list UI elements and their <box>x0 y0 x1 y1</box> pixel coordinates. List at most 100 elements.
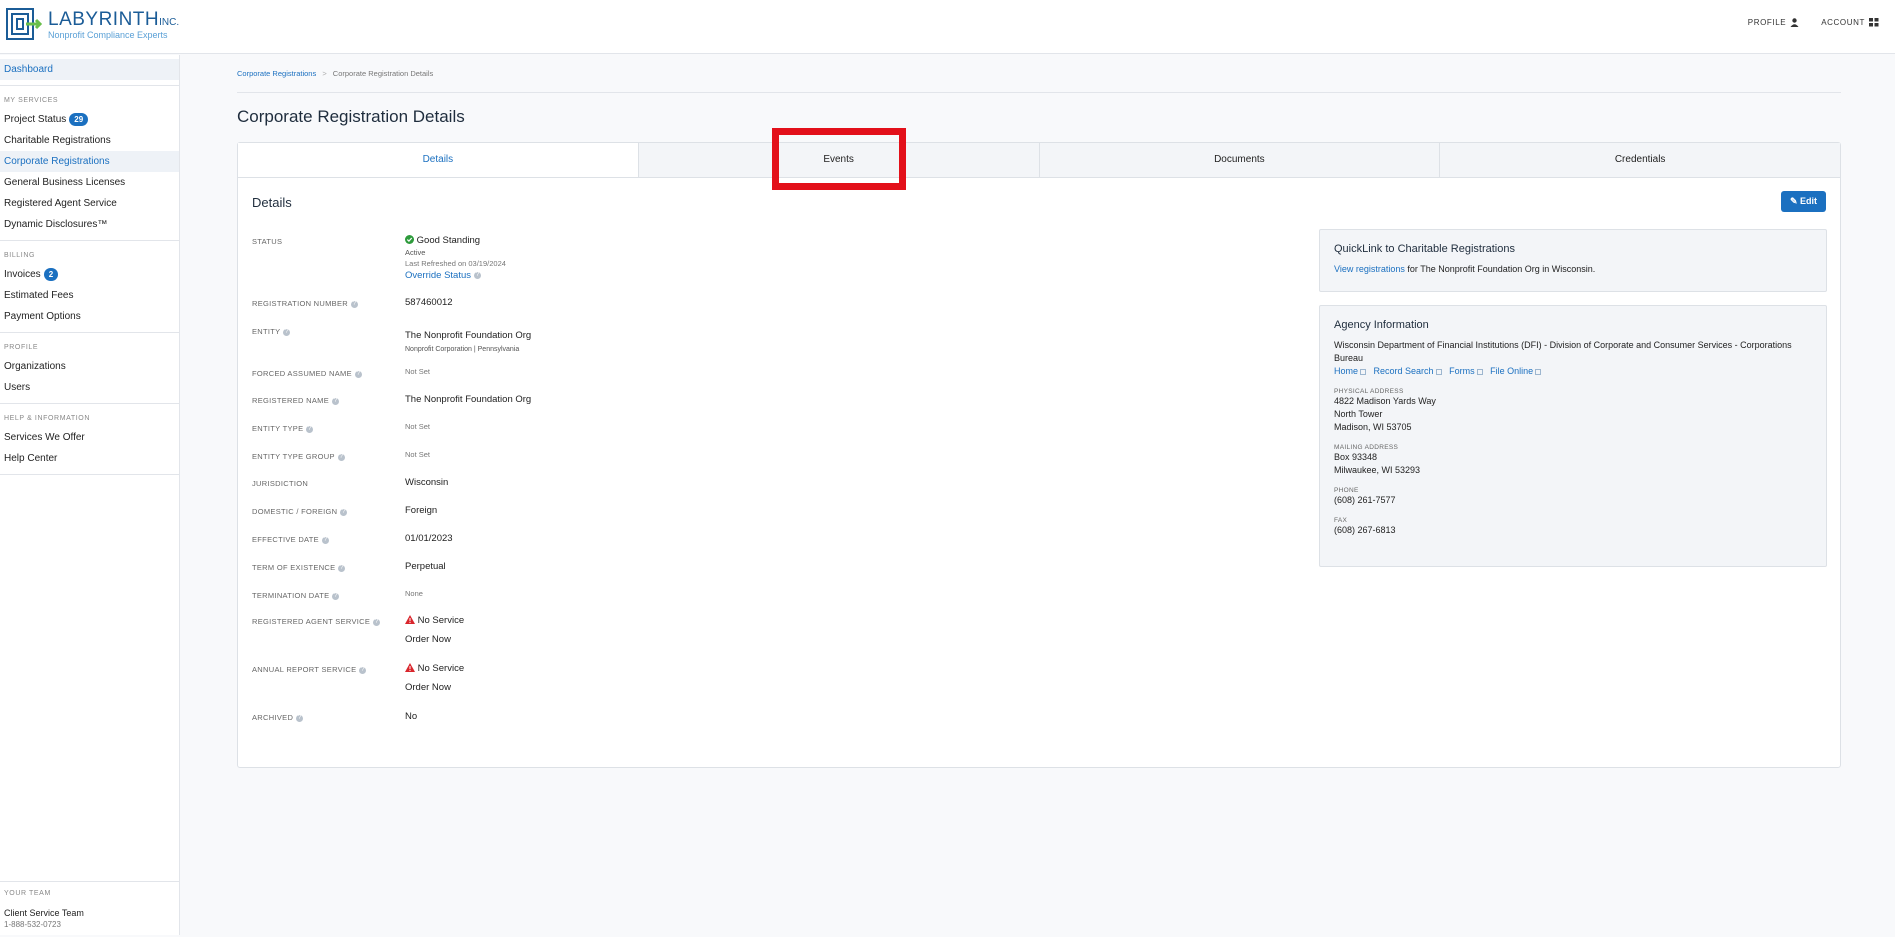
fax-value: (608) 267-6813 <box>1334 525 1396 535</box>
quicklink-title: QuickLink to Charitable Registrations <box>1334 243 1515 255</box>
view-registrations-link[interactable]: View registrations <box>1334 264 1405 274</box>
agency-forms-link[interactable]: Forms <box>1449 366 1483 376</box>
sidebar-item-corporate-registrations[interactable]: Corporate Registrations <box>0 151 179 172</box>
breadcrumb: Corporate Registrations > Corporate Regi… <box>237 69 433 78</box>
help-icon[interactable]: ? <box>350 300 358 308</box>
sidebar-item-help-center[interactable]: Help Center <box>0 448 179 469</box>
labyrinth-logo-icon <box>6 8 43 40</box>
brand-name: LABYRINTH <box>48 8 160 30</box>
invoices-count-badge: 2 <box>43 268 59 281</box>
help-icon[interactable]: ? <box>283 328 291 336</box>
help-icon[interactable]: ? <box>474 271 481 279</box>
user-icon <box>1790 18 1799 27</box>
breadcrumb-parent-link[interactable]: Corporate Registrations <box>237 69 316 78</box>
physical-address-line: North Tower <box>1334 409 1383 419</box>
sidebar-section-billing: BILLING <box>4 252 36 259</box>
external-link-icon <box>1435 368 1442 375</box>
sidebar-divider <box>0 240 179 241</box>
jurisdiction-row: JURISDICTION Wisconsin <box>252 477 448 488</box>
sidebar-divider <box>0 474 179 475</box>
warning-icon <box>405 663 415 672</box>
external-link-icon <box>1360 368 1367 375</box>
status-label: STATUS <box>252 237 283 246</box>
help-icon[interactable]: ? <box>337 453 345 461</box>
help-icon[interactable]: ? <box>354 370 362 378</box>
page-title: Corporate Registration Details <box>237 107 465 126</box>
brand-logo[interactable]: LABYRINTHINC. Nonprofit Compliance Exper… <box>6 8 179 40</box>
sidebar-item-project-status[interactable]: Project Status 29 <box>0 109 179 130</box>
agency-name: Wisconsin Department of Financial Instit… <box>1334 340 1792 363</box>
help-icon[interactable]: ? <box>373 618 381 626</box>
archived-row: ARCHIVED? No <box>252 711 417 722</box>
registration-number-label: REGISTRATION NUMBER <box>252 299 348 308</box>
term-of-existence-row: TERM OF EXISTENCE? Perpetual <box>252 561 446 572</box>
help-icon[interactable]: ? <box>332 397 340 405</box>
sidebar-item-estimated-fees[interactable]: Estimated Fees <box>0 285 179 306</box>
help-icon[interactable]: ? <box>359 666 367 674</box>
sidebar-item-general-business-licenses[interactable]: General Business Licenses <box>0 172 179 193</box>
registered-agent-service-value: No Service <box>417 615 465 626</box>
physical-address-label: PHYSICAL ADDRESS <box>1334 388 1404 395</box>
forced-assumed-name-value: Not Set <box>405 367 431 376</box>
effective-date-value: 01/01/2023 <box>405 533 453 544</box>
external-link-icon <box>1476 368 1483 375</box>
sidebar-item-dashboard[interactable]: Dashboard <box>0 59 179 80</box>
edit-button[interactable]: ✎ Edit <box>1780 191 1826 212</box>
your-team: YOUR TEAM Client Service Team 1-888-532-… <box>0 881 180 937</box>
help-icon[interactable]: ? <box>306 425 314 433</box>
sidebar-item-users[interactable]: Users <box>0 377 179 398</box>
entity-label: ENTITY <box>252 327 281 336</box>
sidebar-item-charitable-registrations[interactable]: Charitable Registrations <box>0 130 179 151</box>
top-nav: PROFILE ACCOUNT <box>1748 18 1879 27</box>
order-now-registered-agent-link[interactable]: Order Now <box>405 634 464 645</box>
details-section-title: Details <box>252 195 292 210</box>
sidebar-item-registered-agent-service[interactable]: Registered Agent Service <box>0 193 179 214</box>
entity-row: ENTITY? The Nonprofit Foundation Org Non… <box>252 325 531 353</box>
tab-details[interactable]: Details <box>238 143 638 177</box>
status-refreshed: Last Refreshed on 03/19/2024 <box>405 259 506 268</box>
registered-agent-service-row: REGISTERED AGENT SERVICE? No Service Ord… <box>252 615 464 645</box>
help-icon[interactable]: ? <box>340 508 348 516</box>
entity-type-value: Not Set <box>405 422 431 431</box>
agency-info-panel: Agency Information Wisconsin Department … <box>1319 305 1827 567</box>
status-row: STATUS Good Standing Active Last Refresh… <box>252 235 506 281</box>
help-icon[interactable]: ? <box>296 714 304 722</box>
physical-address-line: Madison, WI 53705 <box>1334 422 1412 432</box>
entity-link[interactable]: The Nonprofit Foundation Org <box>405 330 531 341</box>
profile-menu[interactable]: PROFILE <box>1748 18 1799 27</box>
profile-label: PROFILE <box>1747 18 1787 27</box>
tab-documents[interactable]: Documents <box>1038 143 1440 177</box>
help-icon[interactable]: ? <box>321 536 329 544</box>
quicklink-text: for The Nonprofit Foundation Org in Wisc… <box>1404 264 1596 274</box>
sidebar-divider <box>0 403 179 404</box>
team-name: Client Service Team <box>4 908 84 918</box>
sidebar-item-invoices[interactable]: Invoices 2 <box>0 264 179 285</box>
jurisdiction-value: Wisconsin <box>405 477 449 488</box>
override-status-link[interactable]: Override Status <box>405 270 471 281</box>
header-divider <box>237 92 1841 93</box>
term-of-existence-label: TERM OF EXISTENCE <box>252 563 336 572</box>
team-phone[interactable]: 1-888-532-0723 <box>4 920 176 929</box>
tab-credentials[interactable]: Credentials <box>1439 143 1840 177</box>
help-icon[interactable]: ? <box>332 592 340 600</box>
events-tab-highlight <box>772 128 906 190</box>
agency-file-online-link[interactable]: File Online <box>1490 366 1542 376</box>
sidebar-item-services-we-offer[interactable]: Services We Offer <box>0 427 179 448</box>
grid-icon <box>1869 18 1879 27</box>
agency-title: Agency Information <box>1334 319 1429 331</box>
agency-home-link[interactable]: Home <box>1334 366 1367 376</box>
domestic-foreign-row: DOMESTIC / FOREIGN? Foreign <box>252 505 437 516</box>
sidebar-item-organizations[interactable]: Organizations <box>0 356 179 377</box>
agency-record-search-link[interactable]: Record Search <box>1374 366 1442 376</box>
registration-card: Details Events Documents Credentials Det… <box>237 142 1841 768</box>
account-menu[interactable]: ACCOUNT <box>1821 18 1879 27</box>
order-now-annual-report-link[interactable]: Order Now <box>405 682 464 693</box>
annual-report-service-row: ANNUAL REPORT SERVICE? No Service Order … <box>252 663 464 693</box>
domestic-foreign-value: Foreign <box>405 505 438 516</box>
help-icon[interactable]: ? <box>338 564 346 572</box>
annual-report-service-label: ANNUAL REPORT SERVICE <box>252 665 357 674</box>
sidebar-item-dynamic-disclosures[interactable]: Dynamic Disclosures™ <box>0 214 179 235</box>
registered-agent-service-label: REGISTERED AGENT SERVICE <box>252 617 371 626</box>
forced-assumed-name-label: FORCED ASSUMED NAME <box>252 369 352 378</box>
sidebar-item-payment-options[interactable]: Payment Options <box>0 306 179 327</box>
